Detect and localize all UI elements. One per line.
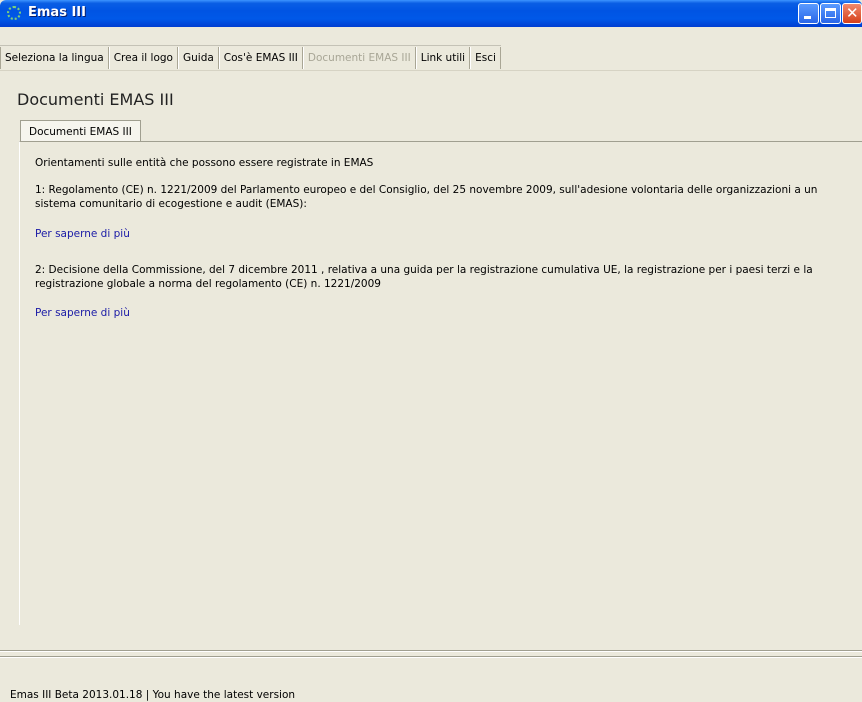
menu-documenti-emas[interactable]: Documenti EMAS III <box>302 47 416 69</box>
menu-esci[interactable]: Esci <box>470 47 501 69</box>
menu-cos-e-emas[interactable]: Cos'è EMAS III <box>218 47 303 69</box>
status-bar-text: Emas III Beta 2013.01.18 | You have the … <box>10 689 296 701</box>
tab-panel <box>19 141 862 625</box>
intro-text: Orientamenti sulle entità che possono es… <box>35 157 374 169</box>
maximize-icon <box>825 8 836 18</box>
menu-link-utili[interactable]: Link utili <box>415 47 471 69</box>
close-button[interactable]: ✕ <box>842 3 862 24</box>
menu-guida[interactable]: Guida <box>177 47 219 69</box>
document-item-1: 1: Regolamento (CE) n. 1221/2009 del Par… <box>35 184 818 210</box>
maximize-button[interactable] <box>820 3 841 24</box>
menu-bar-container: Seleziona la lingua Crea il logo Guida C… <box>0 44 862 71</box>
minimize-icon <box>804 16 811 19</box>
menu-bar: Seleziona la lingua Crea il logo Guida C… <box>0 45 501 70</box>
tab-documenti-emas[interactable]: Documenti EMAS III <box>20 120 141 142</box>
document-item-2: 2: Decisione della Commissione, del 7 di… <box>35 264 813 290</box>
title-bar[interactable]: Emas III ✕ <box>0 0 862 27</box>
window-title: Emas III <box>28 5 86 20</box>
bottom-divider-2 <box>0 656 862 658</box>
read-more-link-2[interactable]: Per saperne di più <box>35 306 130 320</box>
minimize-button[interactable] <box>798 3 819 24</box>
app-window: Emas III ✕ Seleziona la lingua Crea il l… <box>0 0 862 702</box>
bottom-divider <box>0 650 862 652</box>
close-icon: ✕ <box>846 4 859 22</box>
page-title: Documenti EMAS III <box>17 90 174 109</box>
menu-seleziona-lingua[interactable]: Seleziona la lingua <box>0 47 109 69</box>
menu-crea-logo[interactable]: Crea il logo <box>108 47 178 69</box>
app-icon <box>7 6 21 20</box>
read-more-link-1[interactable]: Per saperne di più <box>35 227 130 241</box>
